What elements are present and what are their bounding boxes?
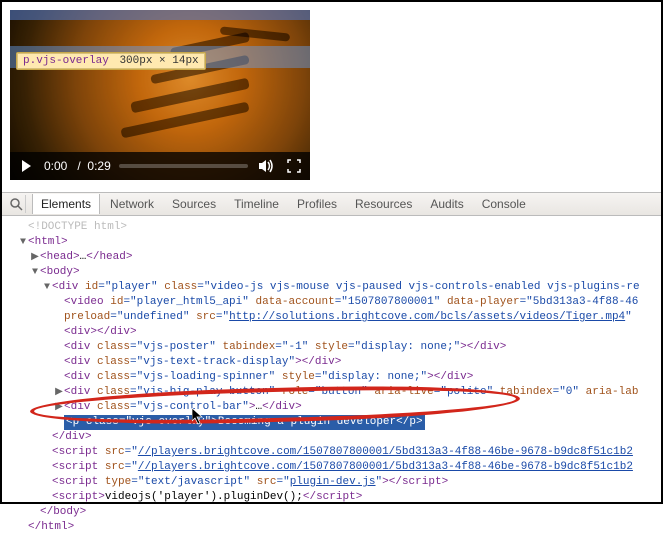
current-time: 0:00 [44,159,67,173]
tree-row[interactable]: <div></div> [6,325,659,340]
time-display: 0:00 / 0:29 [44,159,111,173]
tab-sources[interactable]: Sources [164,194,224,214]
tree-row[interactable]: <!DOCTYPE html> [6,220,659,235]
tree-row[interactable]: </html> [6,520,659,535]
progress-bar[interactable] [119,164,248,168]
expand-icon[interactable]: ▶ [54,400,64,415]
video-player[interactable]: p.vjs-overlay 300px × 14px 0:00 / 0:29 [10,10,310,180]
devtools-toolbar: Elements Network Sources Timeline Profil… [2,192,661,216]
tree-row[interactable]: ▶<div class="vjs-big-play-button" role="… [6,385,659,400]
inspect-highlight-margin [10,10,310,20]
fullscreen-icon [287,159,301,173]
tree-row[interactable]: <script src="//players.brightcove.com/15… [6,460,659,475]
tree-row[interactable]: <div class="vjs-loading-spinner" style="… [6,370,659,385]
fullscreen-button[interactable] [284,156,304,176]
tree-row[interactable]: <script>videojs('player').pluginDev();</… [6,490,659,505]
tree-row[interactable]: <script type="text/javascript" src="plug… [6,475,659,490]
cursor-icon [192,408,204,425]
play-icon [22,160,31,172]
tree-row[interactable]: ▼<body> [6,265,659,280]
tree-row[interactable]: <video id="player_html5_api" data-accoun… [6,295,659,310]
tree-row[interactable]: ▼<html> [6,235,659,250]
play-button[interactable] [16,156,36,176]
tab-audits[interactable]: Audits [422,194,471,214]
tab-profiles[interactable]: Profiles [289,194,345,214]
tab-resources[interactable]: Resources [347,194,420,214]
tree-row[interactable]: ▼<div id="player" class="video-js vjs-mo… [6,280,659,295]
tree-row[interactable]: <script src="//players.brightcove.com/15… [6,445,659,460]
tree-row[interactable]: </div> [6,430,659,445]
video-control-bar: 0:00 / 0:29 [10,152,310,180]
page-preview: p.vjs-overlay 300px × 14px 0:00 / 0:29 [2,2,661,192]
volume-button[interactable] [256,156,276,176]
dom-tree[interactable]: <!DOCTYPE html> ▼<html> ▶<head>…</head> … [2,216,661,539]
search-icon[interactable] [8,195,26,213]
tree-row[interactable]: ▶<div class="vjs-control-bar">…</div> [6,400,659,415]
tooltip-dimensions: 300px × 14px [115,55,198,67]
expand-icon[interactable]: ▼ [42,280,52,295]
tree-row[interactable]: <div class="vjs-poster" tabindex="-1" st… [6,340,659,355]
tree-row[interactable]: <div class="vjs-text-track-display"></di… [6,355,659,370]
time-separator: / [77,159,80,173]
tree-row-selected[interactable]: <p class="vjs-overlay">Becoming a plugin… [6,415,659,430]
volume-icon [257,157,275,175]
duration-time: 0:29 [87,159,110,173]
tree-row[interactable]: </body> [6,505,659,520]
tab-timeline[interactable]: Timeline [226,194,287,214]
expand-icon[interactable]: ▶ [30,250,40,265]
tab-elements[interactable]: Elements [32,194,100,214]
tree-row[interactable]: preload="undefined" src="http://solution… [6,310,659,325]
tab-network[interactable]: Network [102,194,162,214]
inspector-dimension-tooltip: p.vjs-overlay 300px × 14px [16,52,206,70]
expand-icon[interactable]: ▼ [18,235,28,250]
expand-icon[interactable]: ▼ [30,265,40,280]
tab-console[interactable]: Console [474,194,534,214]
expand-icon[interactable]: ▶ [54,385,64,400]
tree-row[interactable]: ▶<head>…</head> [6,250,659,265]
tooltip-selector: p.vjs-overlay [23,55,109,67]
